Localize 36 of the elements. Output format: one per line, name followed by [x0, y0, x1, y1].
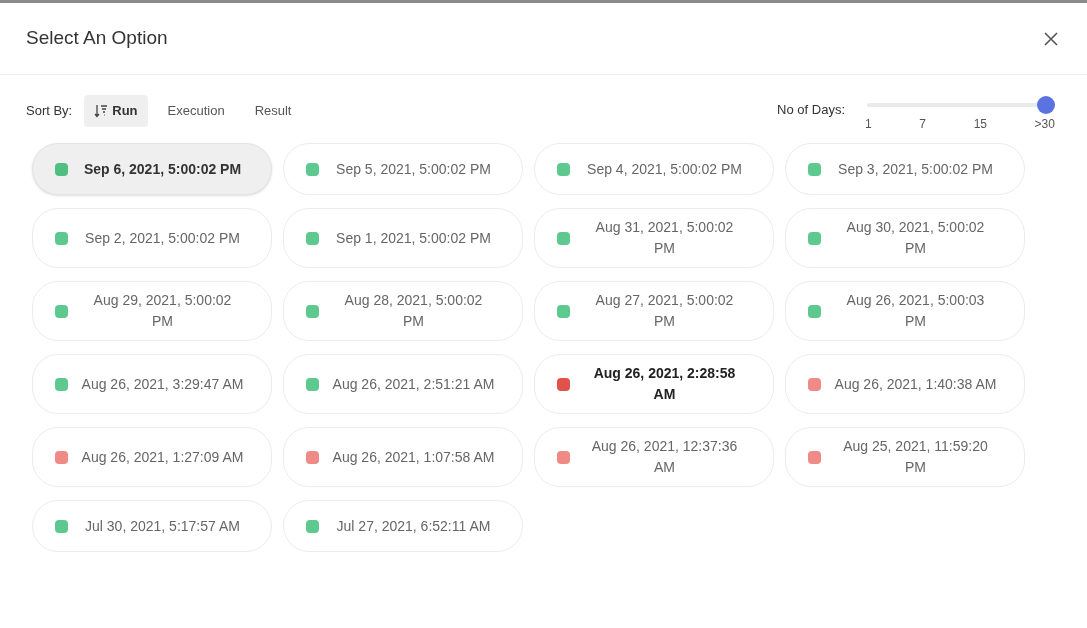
timestamp-option[interactable]: Jul 27, 2021, 6:52:11 AM — [283, 500, 523, 552]
days-tick-label: 7 — [919, 116, 926, 133]
timestamp-option[interactable]: Aug 26, 2021, 2:51:21 AM — [283, 354, 523, 414]
timestamp-option[interactable]: Aug 26, 2021, 1:07:58 AM — [283, 427, 523, 487]
timestamp-option[interactable]: Sep 2, 2021, 5:00:02 PM — [32, 208, 272, 268]
timestamp-option[interactable]: Aug 26, 2021, 2:28:58 AM — [534, 354, 774, 414]
days-label: No of Days: — [777, 101, 845, 119]
timestamp-option[interactable]: Sep 1, 2021, 5:00:02 PM — [283, 208, 523, 268]
days-slider-thumb[interactable] — [1037, 96, 1055, 114]
days-tick-label: >30 — [1034, 116, 1055, 133]
timestamp-option[interactable]: Aug 30, 2021, 5:00:02 PM — [785, 208, 1025, 268]
sort-label: Sort By: — [26, 102, 73, 121]
timestamp-option[interactable]: Sep 4, 2021, 5:00:02 PM — [534, 143, 774, 195]
timestamp-option[interactable]: Aug 26, 2021, 5:00:03 PM — [785, 281, 1025, 341]
timestamp-option[interactable]: Aug 26, 2021, 1:40:38 AM — [785, 354, 1025, 414]
timestamp-option[interactable]: Aug 26, 2021, 1:27:09 AM — [32, 427, 272, 487]
timestamp-option[interactable]: Aug 29, 2021, 5:00:02 PM — [32, 281, 272, 341]
close-icon — [1043, 30, 1059, 47]
sort-option[interactable]: Execution — [157, 95, 235, 127]
timestamp-option[interactable]: Sep 3, 2021, 5:00:02 PM — [785, 143, 1025, 195]
days-tick-label: 15 — [973, 116, 987, 133]
days-slider[interactable] — [867, 96, 1053, 114]
timestamp-option[interactable]: Aug 26, 2021, 12:37:36 AM — [534, 427, 774, 487]
timestamp-option[interactable]: Aug 26, 2021, 3:29:47 AM — [32, 354, 272, 414]
timestamp-option[interactable]: Aug 27, 2021, 5:00:02 PM — [534, 281, 774, 341]
days-tick-label: 1 — [865, 116, 872, 133]
timestamp-option[interactable]: Jul 30, 2021, 5:17:57 AM — [32, 500, 272, 552]
dialog-title: Select An Option — [26, 26, 168, 51]
timestamp-option[interactable]: Aug 28, 2021, 5:00:02 PM — [283, 281, 523, 341]
timestamp-option[interactable]: Sep 6, 2021, 5:00:02 PM — [32, 143, 272, 195]
sort-icon — [94, 104, 109, 118]
timestamp-option[interactable]: Sep 5, 2021, 5:00:02 PM — [283, 143, 523, 195]
timestamp-option[interactable]: Aug 25, 2021, 11:59:20 PM — [785, 427, 1025, 487]
sort-option[interactable]: Result — [244, 95, 302, 127]
timestamp-option[interactable]: Aug 31, 2021, 5:00:02 PM — [534, 208, 774, 268]
sort-option[interactable]: Run — [84, 95, 148, 127]
